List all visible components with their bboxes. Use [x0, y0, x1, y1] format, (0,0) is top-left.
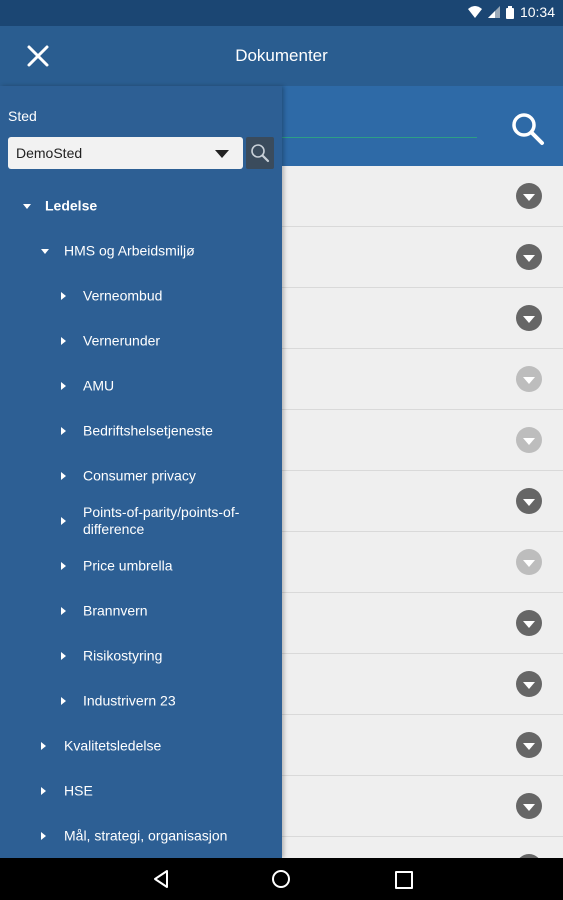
- tree-item[interactable]: Mål, strategi, organisasjon: [0, 813, 282, 858]
- status-time: 10:34: [519, 4, 555, 20]
- tree-item-label: Brannvern: [83, 602, 148, 618]
- tree-item[interactable]: Industrivern 23: [0, 678, 282, 723]
- tree-item[interactable]: Vernerunder: [0, 318, 282, 363]
- tree-item-label: Industrivern 23: [83, 692, 176, 708]
- expand-chevron-icon[interactable]: [516, 671, 542, 697]
- location-label: Sted: [8, 108, 37, 124]
- caret-down-icon: [41, 248, 49, 254]
- expand-chevron-icon: [516, 549, 542, 575]
- list-item[interactable]: [282, 593, 563, 654]
- app-bar: Dokumenter: [0, 26, 563, 86]
- tree-item[interactable]: Consumer privacy: [0, 453, 282, 498]
- tree-item-label: AMU: [83, 377, 115, 393]
- wifi-icon: [467, 6, 482, 18]
- list-item[interactable]: [282, 532, 563, 593]
- search-strip: [282, 86, 563, 166]
- tree-item-label: HSE: [64, 782, 93, 798]
- list-item[interactable]: [282, 288, 563, 349]
- tree-item-label: Points-of-parity/points-of-difference: [83, 503, 240, 537]
- tree-item[interactable]: Brannvern: [0, 588, 282, 633]
- tree-item[interactable]: AMU: [0, 363, 282, 408]
- expand-chevron-icon[interactable]: [516, 610, 542, 636]
- tree-item-label: Bedriftshelsetjeneste: [83, 422, 213, 438]
- status-icons: 10:34: [467, 4, 555, 20]
- chevron-down-icon: [215, 150, 229, 158]
- expand-chevron-icon[interactable]: [516, 488, 542, 514]
- tree-item[interactable]: HMS og Arbeidsmiljø: [0, 228, 282, 273]
- caret-right-icon: [61, 471, 66, 480]
- tree-item-label: HMS og Arbeidsmiljø: [64, 242, 195, 258]
- tree-item-label: Vernerunder: [83, 332, 161, 348]
- back-icon[interactable]: [152, 869, 172, 889]
- caret-right-icon: [41, 741, 46, 750]
- category-tree: Ledelse HMS og Arbeidsmiljø Verneombud Vern…: [0, 183, 282, 858]
- caret-right-icon: [61, 516, 66, 525]
- search-input-underline[interactable]: [282, 137, 477, 138]
- expand-chevron-icon: [516, 427, 542, 453]
- page-title: Dokumenter: [235, 46, 328, 65]
- document-list: [282, 166, 563, 858]
- tree-item-label: Risikostyring: [83, 647, 163, 663]
- tree-item[interactable]: Points-of-parity/points-of-difference: [0, 498, 282, 543]
- caret-right-icon: [61, 336, 66, 345]
- tree-item-label: Verneombud: [83, 287, 163, 303]
- list-item[interactable]: [282, 837, 563, 858]
- expand-chevron-icon: [516, 366, 542, 392]
- caret-right-icon: [61, 606, 66, 615]
- expand-chevron-icon[interactable]: [516, 183, 542, 209]
- navigation-drawer: Sted DemoSted Ledelse HMS og Arbeidsmiljø…: [0, 86, 282, 858]
- caret-right-icon: [61, 696, 66, 705]
- caret-right-icon: [61, 381, 66, 390]
- battery-icon: [505, 5, 514, 19]
- location-select-value: DemoSted: [16, 145, 83, 161]
- list-item[interactable]: [282, 410, 563, 471]
- tree-item-label: Ledelse: [45, 197, 98, 213]
- expand-chevron-icon[interactable]: [516, 305, 542, 331]
- expand-chevron-icon[interactable]: [516, 793, 542, 819]
- status-bar: 10:34: [0, 0, 563, 26]
- tree-item-label: Mål, strategi, organisasjon: [64, 827, 228, 843]
- list-item[interactable]: [282, 227, 563, 288]
- tree-item-label: Kvalitetsledelse: [64, 737, 162, 753]
- tree-item[interactable]: Risikostyring: [0, 633, 282, 678]
- search-icon[interactable]: [511, 112, 545, 146]
- caret-right-icon: [61, 651, 66, 660]
- tree-item[interactable]: Price umbrella: [0, 543, 282, 588]
- location-search-button[interactable]: [246, 137, 274, 169]
- tree-item[interactable]: Verneombud: [0, 273, 282, 318]
- list-item[interactable]: [282, 654, 563, 715]
- system-nav-bar: [0, 858, 563, 900]
- tree-item-label: Price umbrella: [83, 557, 173, 573]
- caret-right-icon: [61, 426, 66, 435]
- recent-apps-icon[interactable]: [395, 871, 413, 889]
- caret-right-icon: [61, 291, 66, 300]
- list-item[interactable]: [282, 166, 563, 227]
- caret-down-icon: [23, 203, 31, 209]
- search-icon: [251, 144, 270, 163]
- caret-right-icon: [41, 786, 46, 795]
- expand-chevron-icon[interactable]: [516, 732, 542, 758]
- list-item[interactable]: [282, 471, 563, 532]
- location-select[interactable]: DemoSted: [8, 137, 243, 169]
- list-item[interactable]: [282, 349, 563, 410]
- expand-chevron-icon[interactable]: [516, 244, 542, 270]
- list-item[interactable]: [282, 776, 563, 837]
- tree-item[interactable]: Ledelse: [0, 183, 282, 228]
- tree-item[interactable]: Kvalitetsledelse: [0, 723, 282, 768]
- caret-right-icon: [41, 831, 46, 840]
- signal-icon: [487, 6, 500, 18]
- tree-item[interactable]: HSE: [0, 768, 282, 813]
- home-icon[interactable]: [272, 870, 290, 888]
- list-item[interactable]: [282, 715, 563, 776]
- caret-right-icon: [61, 561, 66, 570]
- tree-item[interactable]: Bedriftshelsetjeneste: [0, 408, 282, 453]
- tree-item-label: Consumer privacy: [83, 467, 196, 483]
